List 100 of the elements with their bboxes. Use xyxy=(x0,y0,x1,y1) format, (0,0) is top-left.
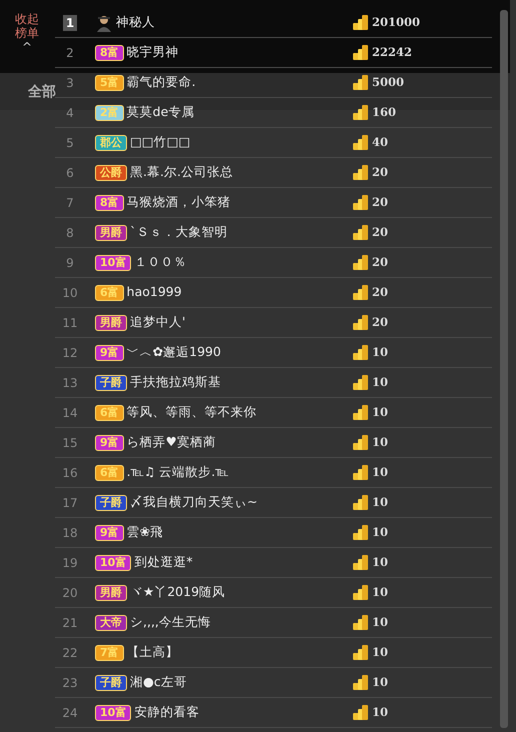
level-badge: 8富 xyxy=(95,194,124,210)
user-name: 安静的看客 xyxy=(134,703,200,722)
level-badge: 男爵 xyxy=(95,314,127,330)
user-name: 霸气的要命. xyxy=(126,73,197,92)
user-name: 神秘人 xyxy=(116,13,156,32)
scrollbar[interactable] xyxy=(500,10,508,728)
level-badge: 7富 xyxy=(95,644,124,660)
rank-number: 17 xyxy=(61,494,79,512)
coin-amount: 201000 xyxy=(372,14,422,31)
rank-number: 22 xyxy=(61,644,79,662)
coin-amount: 20 xyxy=(372,254,390,271)
rank-number: 11 xyxy=(61,314,79,332)
coins-icon xyxy=(352,104,369,121)
user-name: 手扶拖拉鸡斯基 xyxy=(130,373,222,392)
user-name: ら栖弄♥寞栖蔺 xyxy=(126,433,217,452)
user-name: 雲❀飛 xyxy=(126,523,164,542)
rank-number: 23 xyxy=(61,674,79,692)
rank-number: 24 xyxy=(61,704,79,722)
coin-amount: 10 xyxy=(372,494,390,511)
user-name: ﹀︿✿邂逅1990 xyxy=(126,343,222,362)
coins-icon xyxy=(352,314,369,331)
coin-amount: 10 xyxy=(372,644,390,661)
level-badge: 9富 xyxy=(95,524,124,540)
user-name: 等风、等雨、等不来你 xyxy=(126,403,258,422)
coin-amount: 10 xyxy=(372,674,390,691)
coin-amount: 20 xyxy=(372,314,390,331)
user-name: 湘●c左哥 xyxy=(130,673,188,692)
coins-icon xyxy=(352,224,369,241)
rank-number: 14 xyxy=(61,404,79,422)
rank-number: 18 xyxy=(61,524,79,542)
rank-number: 15 xyxy=(61,434,79,452)
rank-number: 9 xyxy=(65,254,75,272)
coins-icon xyxy=(352,494,369,511)
user-name: 〆我自横刀向天笑ぃ~ xyxy=(130,493,258,512)
coin-amount: 20 xyxy=(372,224,390,241)
collapse-ranking-button[interactable]: 收起榜单 ^ xyxy=(14,12,40,54)
rank-number: 4 xyxy=(65,104,75,122)
level-badge: 子爵 xyxy=(95,494,127,510)
coins-icon xyxy=(352,164,369,181)
user-name: 莫莫de专属 xyxy=(126,103,196,122)
level-badge: 10富 xyxy=(95,554,132,570)
rank-number: 5 xyxy=(65,134,75,152)
user-name: 追梦中人' xyxy=(130,313,186,332)
coins-icon xyxy=(352,614,369,631)
rank-number: 3 xyxy=(65,74,75,92)
coins-icon xyxy=(352,554,369,571)
user-name: ヾ★丫2019随风 xyxy=(130,583,226,602)
coins-icon xyxy=(352,254,369,271)
level-badge: 6富 xyxy=(95,404,124,420)
coins-icon xyxy=(352,284,369,301)
level-badge: 2富 xyxy=(95,104,124,120)
coins-icon xyxy=(352,584,369,601)
level-badge: 8富 xyxy=(95,44,124,60)
user-name: １００％ xyxy=(134,253,188,272)
rank-number: 20 xyxy=(61,584,79,602)
level-badge: 男爵 xyxy=(95,224,127,240)
level-badge: 男爵 xyxy=(95,584,127,600)
user-avatar-icon xyxy=(95,14,113,32)
coins-icon xyxy=(352,344,369,361)
coin-amount: 10 xyxy=(372,704,390,721)
user-name: .℡♫ 云端散步.℡ xyxy=(126,463,230,482)
coin-amount: 10 xyxy=(372,554,390,571)
coins-icon xyxy=(352,134,369,151)
level-badge: 公爵 xyxy=(95,164,127,180)
rank-number: 21 xyxy=(61,614,79,632)
coins-icon xyxy=(352,434,369,451)
rank-number: 1 xyxy=(63,14,77,30)
coins-icon xyxy=(352,374,369,391)
user-name: □□竹□□ xyxy=(130,133,192,152)
rank-number: 12 xyxy=(61,344,79,362)
user-name: `Ｓｓ．大象智明 xyxy=(130,223,228,242)
coins-icon xyxy=(352,674,369,691)
level-badge: 6富 xyxy=(95,284,124,300)
coin-amount: 160 xyxy=(372,104,398,121)
coins-icon xyxy=(352,404,369,421)
level-badge: 9富 xyxy=(95,434,124,450)
level-badge: 大帝 xyxy=(95,614,127,630)
level-badge: 9富 xyxy=(95,344,124,360)
tab[interactable]: 全部 xyxy=(28,82,56,103)
coins-icon xyxy=(352,464,369,481)
level-badge: 10富 xyxy=(95,254,132,270)
coins-icon xyxy=(352,194,369,211)
coin-amount: 10 xyxy=(372,524,390,541)
coin-amount: 5000 xyxy=(372,74,406,91)
rank-number: 19 xyxy=(61,554,79,572)
user-name: hao1999 xyxy=(126,283,183,302)
coins-icon xyxy=(352,44,369,61)
coin-amount: 10 xyxy=(372,584,390,601)
coin-amount: 10 xyxy=(372,374,390,391)
level-badge: 5富 xyxy=(95,74,124,90)
rank-number: 13 xyxy=(61,374,79,392)
rank-number: 7 xyxy=(65,194,75,212)
coin-amount: 20 xyxy=(372,194,390,211)
coin-amount: 20 xyxy=(372,284,390,301)
coin-amount: 10 xyxy=(372,434,390,451)
user-name: シ,,,,今生无悔 xyxy=(130,613,212,632)
rank-number: 2 xyxy=(65,44,75,62)
rank-number: 8 xyxy=(65,224,75,242)
level-badge: 10富 xyxy=(95,704,132,720)
coin-amount: 10 xyxy=(372,614,390,631)
